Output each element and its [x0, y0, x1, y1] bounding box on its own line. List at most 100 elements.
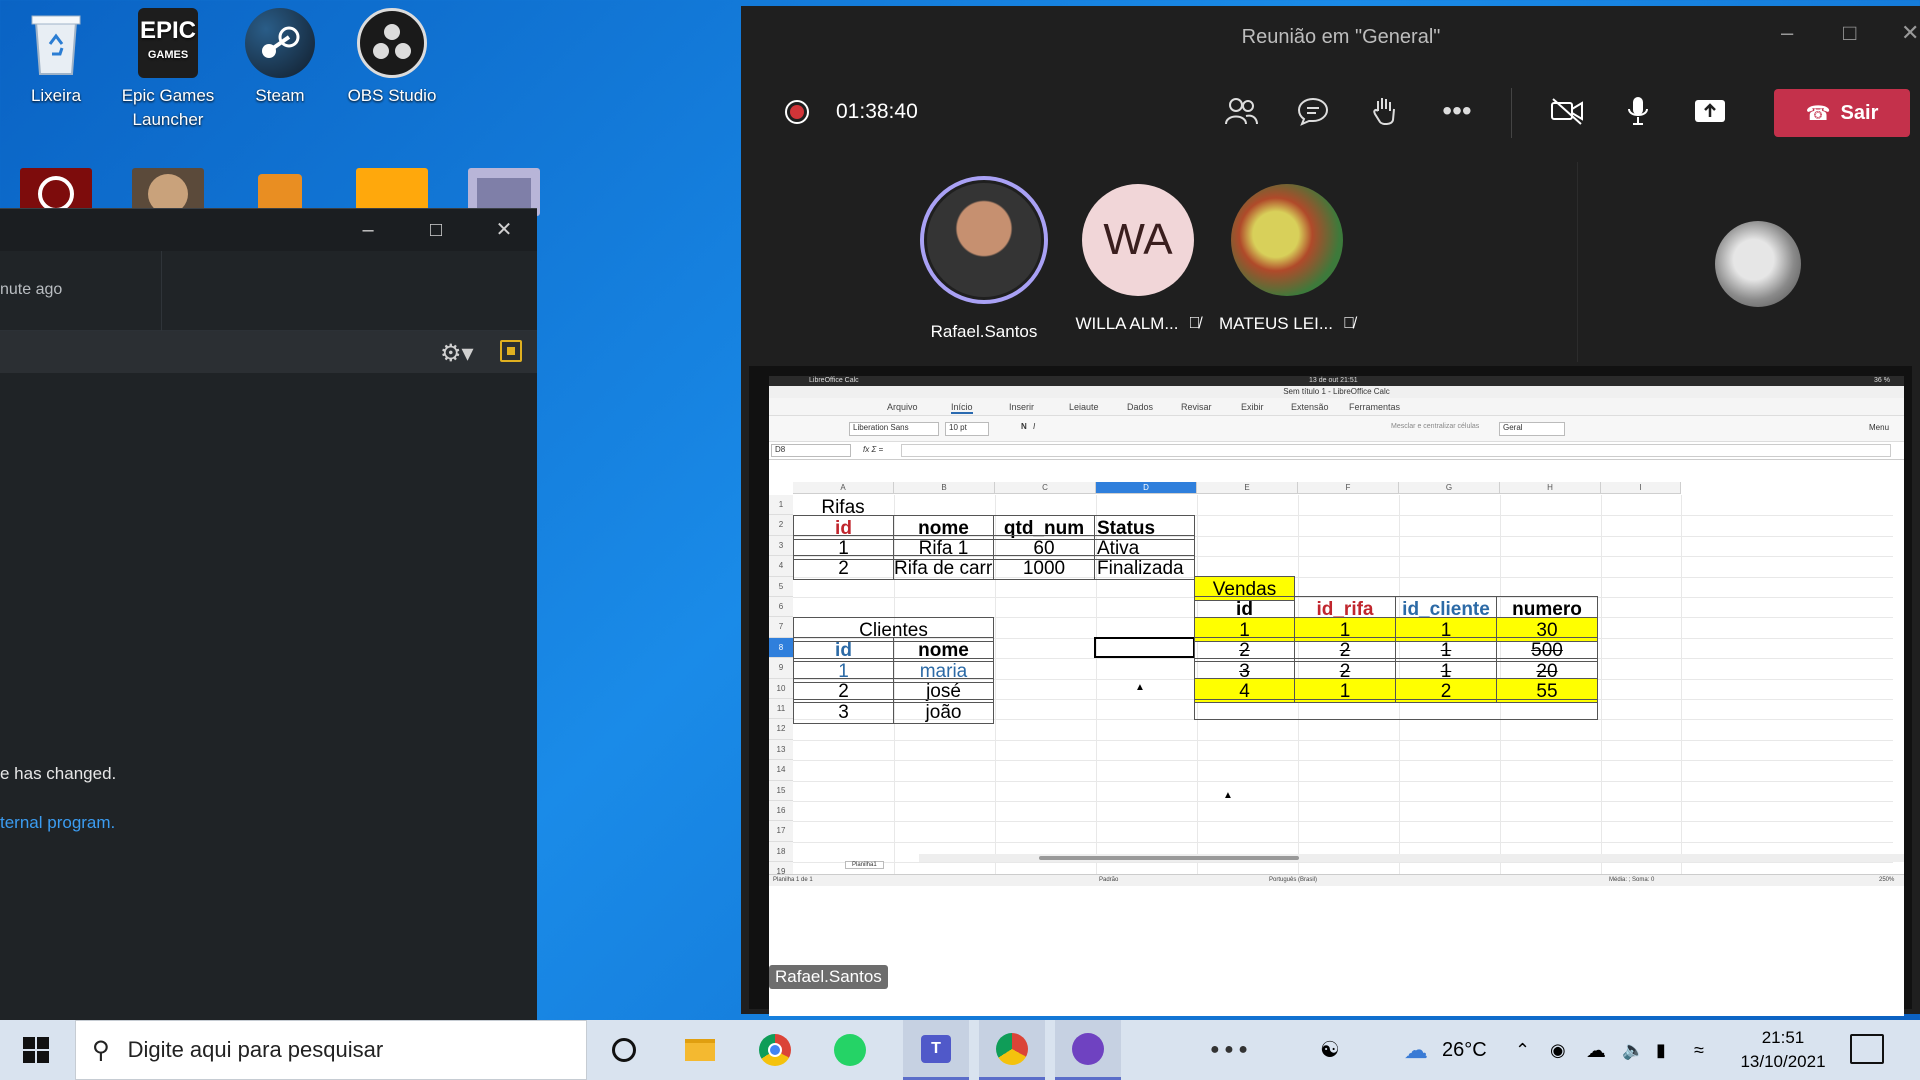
row-header[interactable]: 9 [769, 658, 793, 679]
column-header[interactable]: G [1399, 482, 1500, 494]
task-view-icon[interactable] [602, 1028, 646, 1072]
maximize-button[interactable]: □ [416, 215, 456, 245]
menu-ferramentas[interactable]: Ferramentas [1349, 402, 1400, 412]
desktop-icon-epic-games[interactable]: EPIC GAMES Epic Games Launcher [112, 8, 224, 132]
notifications-icon[interactable] [1850, 1034, 1884, 1064]
italic-icon[interactable]: I [1033, 422, 1035, 431]
row-header[interactable]: 17 [769, 821, 793, 842]
column-header[interactable]: D [1096, 482, 1197, 494]
minimize-button[interactable]: – [348, 215, 388, 245]
row-header[interactable]: 5 [769, 576, 793, 597]
row-header[interactable]: 2 [769, 515, 793, 536]
external-program-link[interactable]: ternal program. [0, 813, 115, 833]
taskbar-search-box[interactable]: ⚲ Digite aqui para pesquisar [75, 1020, 587, 1080]
desktop-icon-recycle-bin[interactable]: Lixeira [0, 8, 112, 108]
rifas-cell[interactable]: Finalizada [1094, 555, 1195, 580]
participant-mateus[interactable]: MATEUS LEI... 🎙̸ [1197, 184, 1377, 334]
vendas-empty-row[interactable] [1194, 699, 1598, 720]
column-header[interactable]: B [894, 482, 995, 494]
rifas-cell[interactable]: 1000 [993, 555, 1095, 580]
column-header[interactable]: H [1500, 482, 1601, 494]
desktop-icon-obs[interactable]: OBS Studio [336, 8, 448, 108]
row-header[interactable]: 15 [769, 780, 793, 801]
menu-button[interactable]: Menu [1869, 423, 1889, 432]
row-header[interactable]: 1 [769, 495, 793, 516]
start-button[interactable] [0, 1020, 72, 1080]
close-button[interactable]: ✕ [484, 215, 524, 245]
rifas-cell[interactable]: Rifa de carro [893, 555, 994, 580]
row-header[interactable]: 6 [769, 597, 793, 618]
wifi-icon[interactable]: ≈ [1694, 1020, 1704, 1080]
bold-icon[interactable]: N [1021, 422, 1027, 431]
row-header[interactable]: 16 [769, 801, 793, 822]
clientes-cell[interactable]: joão [893, 699, 994, 724]
steam-tray-icon[interactable]: ◉ [1550, 1020, 1566, 1080]
tray-app-icons[interactable]: ● ● ● [1210, 1020, 1248, 1080]
people-icon[interactable]: ☯ [1320, 1020, 1340, 1080]
row-header[interactable]: 7 [769, 617, 793, 638]
teams-icon[interactable]: T [903, 1020, 969, 1080]
row-header[interactable]: 3 [769, 535, 793, 557]
column-header[interactable]: A [793, 482, 894, 494]
number-format-box[interactable]: Geral [1499, 422, 1565, 436]
menu-exibir[interactable]: Exibir [1241, 402, 1264, 412]
panel-toggle-icon[interactable] [500, 340, 522, 362]
weather-icon[interactable]: ☁ [1404, 1020, 1428, 1080]
participant-rafael[interactable]: Rafael.Santos [894, 176, 1074, 342]
onedrive-icon[interactable]: ☁ [1586, 1020, 1606, 1080]
column-header[interactable]: I [1601, 482, 1681, 494]
leave-meeting-button[interactable]: ☎ Sair [1774, 89, 1910, 137]
menu-inicio[interactable]: Início [951, 402, 973, 414]
selected-cell[interactable] [1094, 637, 1195, 658]
rifas-cell[interactable]: 2 [793, 555, 894, 580]
clientes-cell[interactable]: 3 [793, 699, 894, 724]
column-header[interactable]: E [1197, 482, 1298, 494]
font-size-box[interactable]: 10 pt [945, 422, 989, 436]
settings-gear-icon[interactable]: ⚙▾ [440, 339, 474, 368]
desktop-icon-steam[interactable]: Steam [224, 8, 336, 108]
close-button[interactable]: ✕ [1901, 20, 1919, 46]
name-box[interactable]: D8 [771, 444, 851, 457]
file-explorer-icon[interactable] [678, 1028, 722, 1072]
participants-icon[interactable] [1218, 88, 1264, 134]
merge-cells-label[interactable]: Mesclar e centralizar células [1391, 423, 1479, 430]
minimize-button[interactable]: – [1781, 20, 1793, 46]
chrome-profile-icon[interactable] [979, 1020, 1045, 1080]
github-desktop-icon[interactable] [1055, 1020, 1121, 1080]
function-icon[interactable]: fx Σ = [863, 445, 883, 454]
chat-icon[interactable] [1290, 88, 1336, 134]
volume-icon[interactable]: 🔈 [1622, 1020, 1644, 1080]
row-header[interactable]: 18 [769, 841, 793, 863]
formula-input[interactable] [901, 444, 1891, 457]
participant-avatar-small[interactable] [1715, 221, 1801, 307]
row-header[interactable]: 14 [769, 760, 793, 781]
row-header[interactable]: 10 [769, 678, 793, 699]
row-header[interactable]: 11 [769, 699, 793, 720]
spreadsheet-grid[interactable]: ABCDEFGHI 1 2 3 4 5 6 7 8 9 10 11 12 13 14 15 16 17 18 19 … [769, 482, 1904, 992]
column-header[interactable]: F [1298, 482, 1399, 494]
row-header[interactable]: 8 [769, 637, 793, 659]
row-header[interactable]: 4 [769, 556, 793, 577]
menu-revisar[interactable]: Revisar [1181, 402, 1212, 412]
taskbar-clock[interactable]: 21:51 13/10/2021 [1725, 1026, 1841, 1074]
horizontal-scrollbar[interactable] [919, 854, 1904, 862]
chrome-icon[interactable] [753, 1028, 797, 1072]
menu-dados[interactable]: Dados [1127, 402, 1153, 412]
camera-off-icon[interactable] [1544, 88, 1590, 134]
row-header[interactable]: 13 [769, 739, 793, 761]
menu-inserir[interactable]: Inserir [1009, 402, 1034, 412]
row-header[interactable]: 12 [769, 719, 793, 740]
whatsapp-icon[interactable] [828, 1028, 872, 1072]
microphone-icon[interactable] [1615, 88, 1661, 134]
sheet-tab[interactable]: Planilha1 [845, 861, 884, 869]
maximize-button[interactable]: □ [1843, 20, 1856, 46]
column-header[interactable]: C [995, 482, 1096, 494]
temperature[interactable]: 26°C [1442, 1020, 1487, 1080]
share-screen-icon[interactable] [1687, 88, 1733, 134]
more-options-icon[interactable]: ••• [1434, 88, 1480, 134]
raise-hand-icon[interactable] [1362, 88, 1408, 134]
menu-leiaute[interactable]: Leiaute [1069, 402, 1099, 412]
menu-arquivo[interactable]: Arquivo [887, 402, 918, 412]
menu-extensao[interactable]: Extensão [1291, 402, 1329, 412]
font-name-box[interactable]: Liberation Sans [849, 422, 939, 436]
